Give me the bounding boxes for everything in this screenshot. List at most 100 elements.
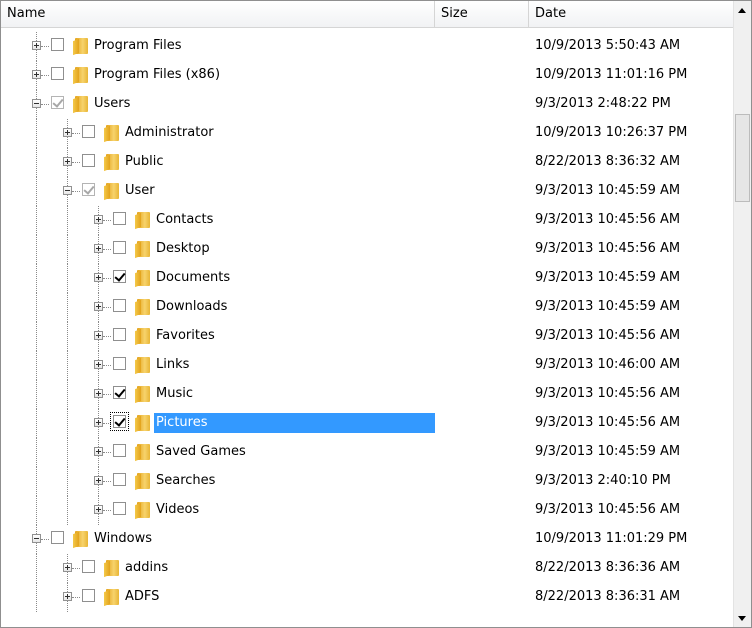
item-checkbox[interactable] — [113, 241, 126, 254]
tree-row[interactable]: Downloads 9/3/2013 10:45:59 AM — [1, 293, 733, 322]
item-name[interactable]: Public — [123, 152, 165, 172]
tree-row[interactable]: Desktop 9/3/2013 10:45:56 AM — [1, 235, 733, 264]
tree-row[interactable]: addins 8/22/2013 8:36:36 AM — [1, 554, 733, 583]
tree-row[interactable]: ADFS 8/22/2013 8:36:31 AM — [1, 583, 733, 612]
item-name[interactable]: Users — [92, 94, 132, 114]
folder-icon — [135, 270, 151, 288]
tree-connector-lines — [1, 90, 435, 119]
item-name[interactable]: User — [123, 181, 157, 201]
expand-icon[interactable] — [32, 41, 41, 50]
expand-icon[interactable] — [94, 418, 103, 427]
folder-icon — [73, 38, 89, 56]
item-name[interactable]: Administrator — [123, 123, 216, 143]
item-name[interactable]: Saved Games — [154, 442, 248, 462]
item-name[interactable]: Program Files (x86) — [92, 65, 222, 85]
scrollbar-thumb[interactable] — [735, 114, 750, 202]
column-header-name[interactable]: Name — [1, 1, 435, 27]
expand-icon[interactable] — [32, 70, 41, 79]
expand-icon[interactable] — [94, 476, 103, 485]
item-checkbox[interactable] — [51, 96, 64, 109]
item-name[interactable]: Searches — [154, 471, 217, 491]
expand-icon[interactable] — [63, 592, 72, 601]
expand-icon[interactable] — [63, 157, 72, 166]
item-checkbox[interactable] — [110, 412, 129, 431]
item-name[interactable]: Program Files — [92, 36, 184, 56]
item-checkbox[interactable] — [82, 183, 95, 196]
item-checkbox[interactable] — [82, 560, 95, 573]
tree-row[interactable]: Program Files 10/9/2013 5:50:43 AM — [1, 32, 733, 61]
item-checkbox[interactable] — [113, 270, 126, 283]
tree-row[interactable]: Documents 9/3/2013 10:45:59 AM — [1, 264, 733, 293]
tree-connector-lines — [1, 525, 435, 554]
tree-row[interactable]: User 9/3/2013 10:45:59 AM — [1, 177, 733, 206]
tree-row[interactable]: Videos 9/3/2013 10:45:56 AM — [1, 496, 733, 525]
tree-row[interactable]: Public 8/22/2013 8:36:32 AM — [1, 148, 733, 177]
tree-row[interactable]: Contacts 9/3/2013 10:45:56 AM — [1, 206, 733, 235]
collapse-icon[interactable] — [63, 186, 72, 195]
tree-connector-lines — [1, 206, 435, 235]
tree-row[interactable]: Administrator 10/9/2013 10:26:37 PM — [1, 119, 733, 148]
item-date: 9/3/2013 2:48:22 PM — [535, 96, 671, 111]
tree-row[interactable]: Program Files (x86) 10/9/2013 11:01:16 PM — [1, 61, 733, 90]
item-checkbox[interactable] — [51, 38, 64, 51]
expand-icon[interactable] — [94, 447, 103, 456]
item-name[interactable]: Favorites — [154, 326, 217, 346]
tree-row[interactable]: Searches 9/3/2013 2:40:10 PM — [1, 467, 733, 496]
item-checkbox[interactable] — [113, 212, 126, 225]
item-date: 10/9/2013 10:26:37 PM — [535, 125, 688, 140]
item-name[interactable]: Desktop — [154, 239, 212, 259]
folder-icon — [135, 299, 151, 317]
expand-icon[interactable] — [94, 360, 103, 369]
item-name[interactable]: addins — [123, 558, 170, 578]
expand-icon[interactable] — [63, 128, 72, 137]
scroll-down-arrow-icon[interactable] — [734, 609, 751, 627]
expand-icon[interactable] — [94, 215, 103, 224]
tree-row[interactable]: Links 9/3/2013 10:46:00 AM — [1, 351, 733, 380]
tree-row[interactable]: Saved Games 9/3/2013 10:45:59 AM — [1, 438, 733, 467]
item-checkbox[interactable] — [113, 328, 126, 341]
tree-connector-lines — [1, 322, 435, 351]
tree-row[interactable]: Favorites 9/3/2013 10:45:56 AM — [1, 322, 733, 351]
item-checkbox[interactable] — [113, 502, 126, 515]
tree-row[interactable]: Users 9/3/2013 2:48:22 PM — [1, 90, 733, 119]
item-checkbox[interactable] — [113, 299, 126, 312]
item-checkbox[interactable] — [82, 154, 95, 167]
tree-row[interactable]: Pictures 9/3/2013 10:45:56 AM — [1, 409, 733, 438]
item-name[interactable]: Videos — [154, 500, 201, 520]
item-name[interactable]: Music — [154, 384, 195, 404]
folder-icon — [135, 444, 151, 462]
column-header-size[interactable]: Size — [435, 1, 529, 27]
item-checkbox[interactable] — [82, 589, 95, 602]
item-checkbox[interactable] — [113, 473, 126, 486]
expand-icon[interactable] — [94, 273, 103, 282]
expand-icon[interactable] — [94, 302, 103, 311]
item-checkbox[interactable] — [51, 67, 64, 80]
item-checkbox[interactable] — [113, 357, 126, 370]
expand-icon[interactable] — [63, 563, 72, 572]
item-checkbox[interactable] — [113, 386, 126, 399]
expand-icon[interactable] — [94, 389, 103, 398]
item-checkbox[interactable] — [82, 125, 95, 138]
item-date: 8/22/2013 8:36:31 AM — [535, 589, 681, 604]
expand-icon[interactable] — [94, 244, 103, 253]
item-name[interactable]: Links — [154, 355, 191, 375]
collapse-icon[interactable] — [32, 534, 41, 543]
item-name[interactable]: Pictures — [154, 413, 435, 433]
expand-icon[interactable] — [94, 331, 103, 340]
collapse-icon[interactable] — [32, 99, 41, 108]
expand-icon[interactable] — [94, 505, 103, 514]
item-name[interactable]: Downloads — [154, 297, 229, 317]
item-name[interactable]: Windows — [92, 529, 154, 549]
scroll-up-arrow-icon[interactable] — [734, 1, 751, 19]
item-name[interactable]: Documents — [154, 268, 232, 288]
item-name[interactable]: Contacts — [154, 210, 215, 230]
column-header-date[interactable]: Date — [529, 1, 733, 27]
tree-connector-lines — [1, 32, 435, 61]
vertical-scrollbar[interactable] — [733, 1, 751, 627]
item-checkbox[interactable] — [113, 444, 126, 457]
item-date: 9/3/2013 2:40:10 PM — [535, 473, 671, 488]
item-name[interactable]: ADFS — [123, 587, 161, 607]
item-checkbox[interactable] — [51, 531, 64, 544]
tree-row[interactable]: Music 9/3/2013 10:45:56 AM — [1, 380, 733, 409]
tree-row[interactable]: Windows 10/9/2013 11:01:29 PM — [1, 525, 733, 554]
